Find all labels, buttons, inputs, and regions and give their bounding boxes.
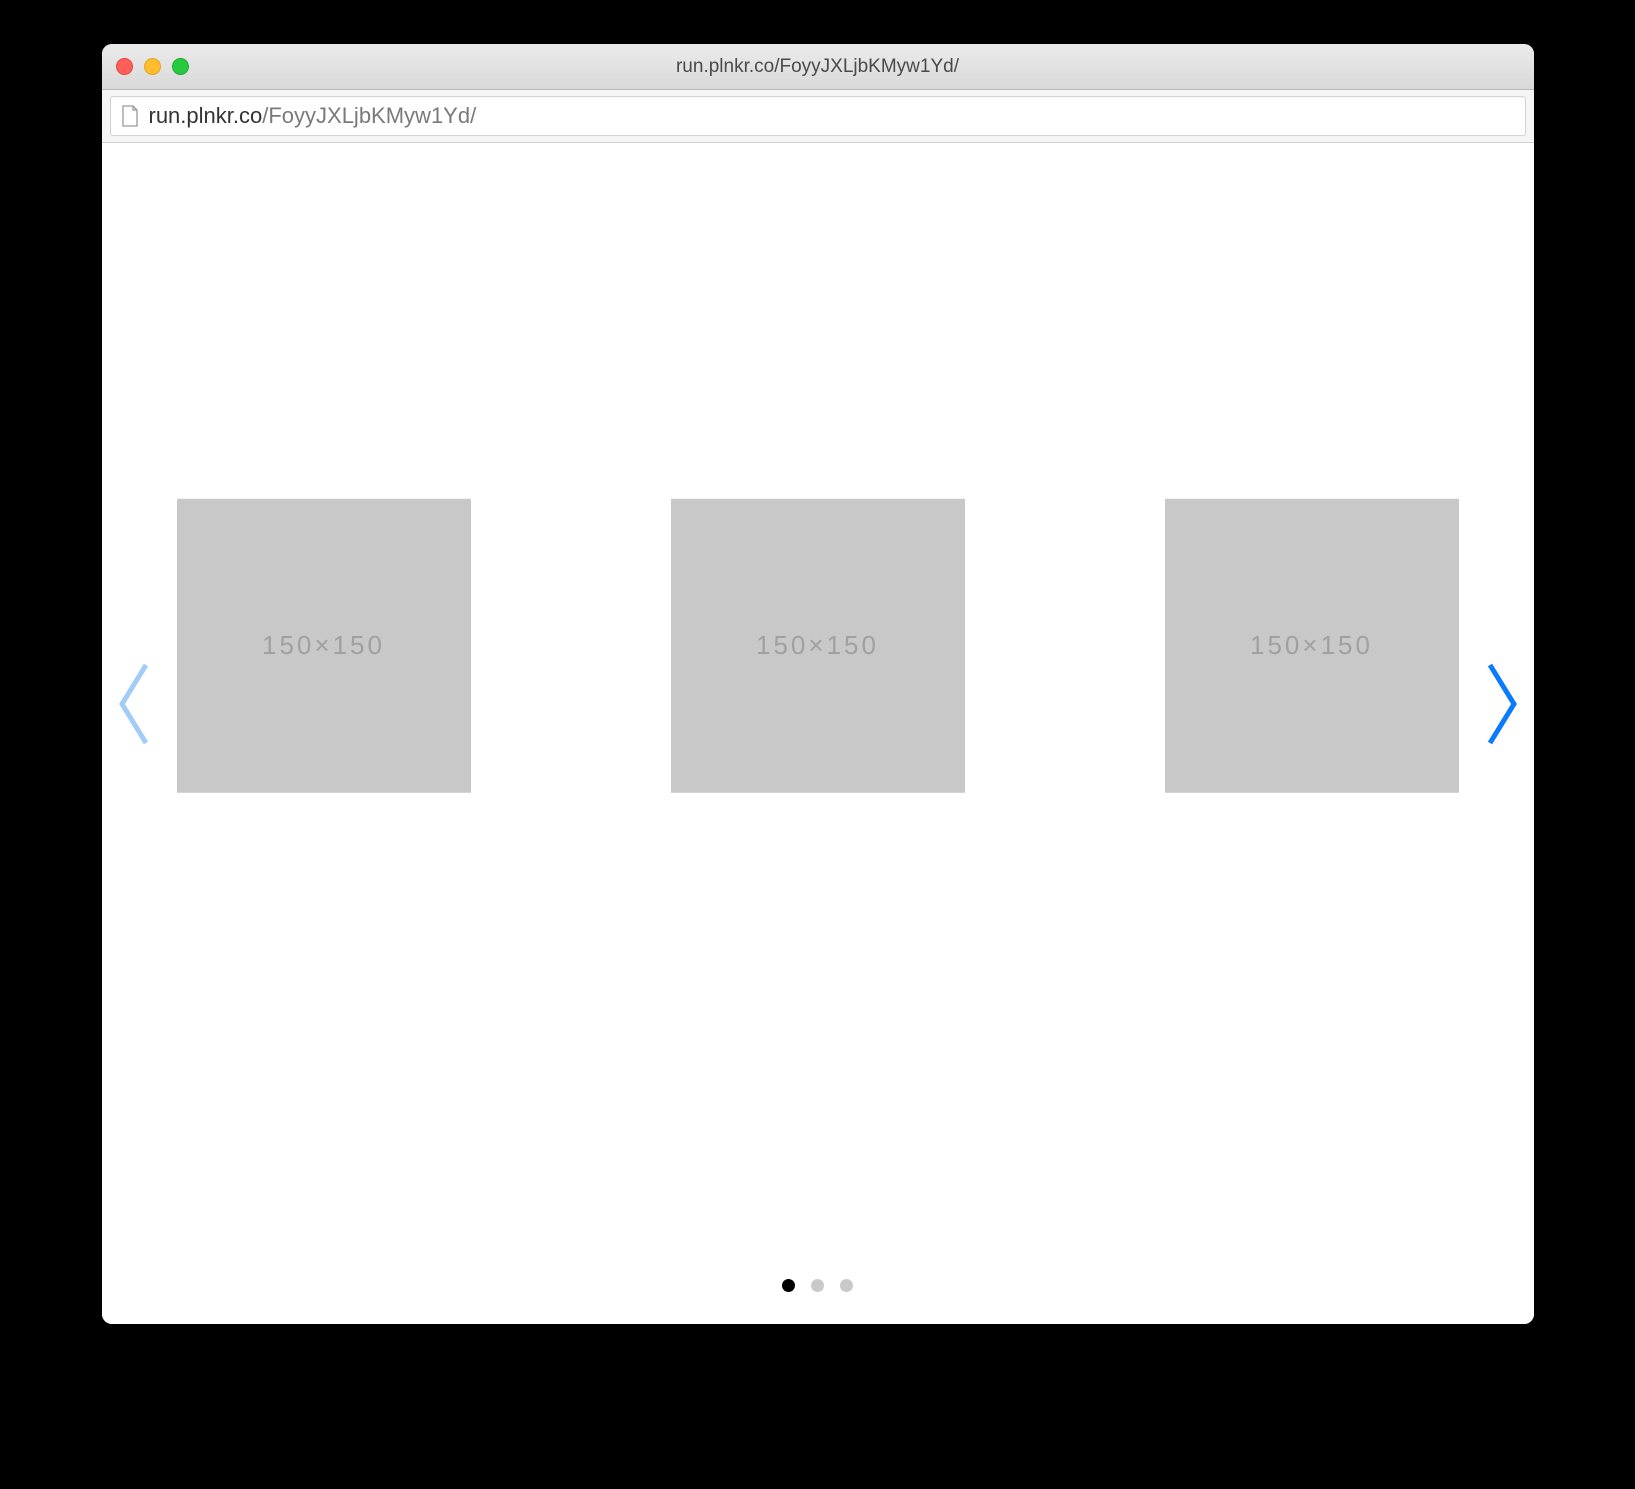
pagination-dot[interactable] (840, 1279, 853, 1292)
url-path: /FoyyJXLjbKMyw1Yd/ (262, 103, 476, 128)
slide-placeholder: 150×150 (671, 498, 965, 792)
address-bar-region: run.plnkr.co/FoyyJXLjbKMyw1Yd/ (102, 90, 1534, 143)
slides-track: 150×150 150×150 150×150 (102, 498, 1534, 792)
url-host: run.plnkr.co (149, 103, 263, 128)
chevron-right-icon (1484, 659, 1522, 754)
pagination-dot[interactable] (811, 1279, 824, 1292)
pagination-dot[interactable] (782, 1279, 795, 1292)
next-button[interactable] (1484, 662, 1522, 752)
slide-placeholder: 150×150 (1165, 498, 1459, 792)
placeholder-label: 150×150 (1250, 630, 1373, 661)
page-icon (121, 105, 139, 127)
close-button[interactable] (116, 58, 133, 75)
pagination (102, 1279, 1534, 1292)
address-bar[interactable]: run.plnkr.co/FoyyJXLjbKMyw1Yd/ (110, 96, 1526, 136)
maximize-button[interactable] (172, 58, 189, 75)
carousel: 150×150 150×150 150×150 (102, 143, 1534, 1324)
traffic-lights (116, 58, 189, 75)
prev-button[interactable] (114, 662, 152, 752)
browser-window: run.plnkr.co/FoyyJXLjbKMyw1Yd/ run.plnkr… (102, 44, 1534, 1324)
page-viewport: 150×150 150×150 150×150 (102, 143, 1534, 1324)
title-bar: run.plnkr.co/FoyyJXLjbKMyw1Yd/ (102, 44, 1534, 90)
placeholder-label: 150×150 (262, 630, 385, 661)
url-text: run.plnkr.co/FoyyJXLjbKMyw1Yd/ (149, 103, 477, 129)
window-title: run.plnkr.co/FoyyJXLjbKMyw1Yd/ (102, 56, 1534, 78)
slide-placeholder: 150×150 (177, 498, 471, 792)
chevron-left-icon (114, 659, 152, 754)
minimize-button[interactable] (144, 58, 161, 75)
placeholder-label: 150×150 (756, 630, 879, 661)
